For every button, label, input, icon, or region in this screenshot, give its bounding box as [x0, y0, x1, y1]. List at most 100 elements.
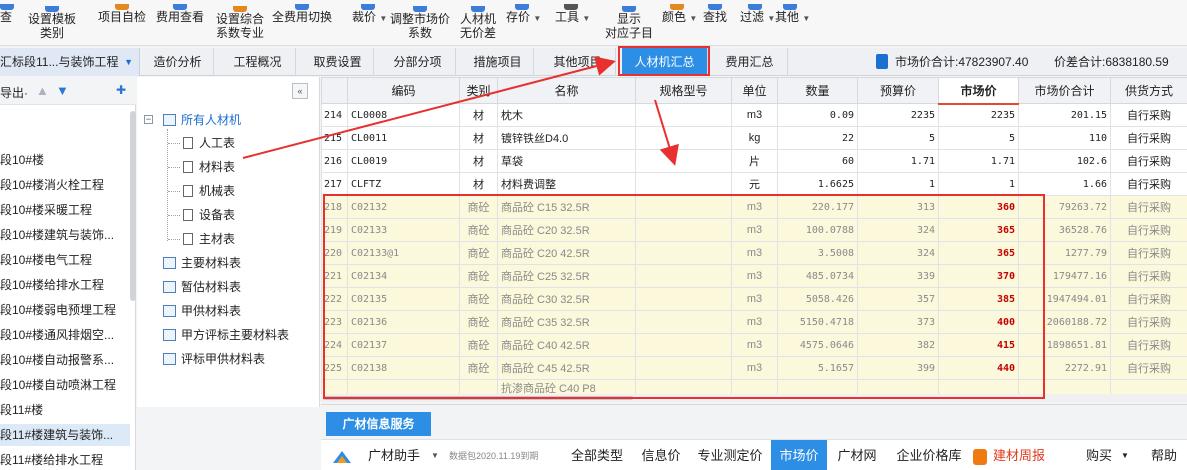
tree-collapse-icon[interactable]: − — [144, 115, 153, 124]
toolbar-button-0[interactable]: 查 — [0, 0, 14, 46]
export-menu[interactable]: 导出· — [0, 84, 28, 101]
toolbar-button-13[interactable]: 查找 — [700, 0, 730, 46]
category-label: 评标甲供材料表 — [181, 352, 266, 366]
tree-connector — [167, 129, 168, 241]
diff-total: 价差合计:6838180.59 — [1054, 55, 1169, 69]
source-link-0[interactable]: 全部类型 — [567, 440, 627, 470]
column-header[interactable]: 市场价合计 — [1018, 77, 1111, 104]
cell-name: 镀锌铁丝D4.0 — [497, 126, 636, 150]
chevron-down-icon[interactable]: ▼ — [431, 440, 439, 470]
tree-scrollbar[interactable] — [130, 111, 136, 301]
tree-item[interactable]: 段10#楼 — [0, 149, 130, 171]
toolbar-button-15[interactable]: 其他 ▼ — [775, 0, 810, 46]
column-header[interactable]: 单位 — [731, 77, 778, 104]
column-header[interactable]: 名称 — [497, 77, 636, 104]
column-header[interactable]: 类别 — [459, 77, 498, 104]
tree-item[interactable]: 段10#楼通风排烟空... — [0, 324, 130, 346]
tab-4[interactable]: 措施项目 — [462, 48, 534, 76]
category-item[interactable]: 设备表 — [183, 205, 235, 225]
toolbar-button-11[interactable]: 显示 对应子目 — [603, 0, 655, 46]
toolbar-button-8[interactable]: 人材机 无价差 — [458, 0, 498, 46]
toolbar-button-10[interactable]: 工具 ▼ — [555, 0, 590, 46]
tree-item[interactable]: 段10#楼建筑与装饰... — [0, 224, 130, 246]
move-down-icon[interactable]: ▼ — [56, 83, 69, 98]
category-item[interactable]: 评标甲供材料表 — [163, 349, 265, 369]
toolbar-button-6[interactable]: 裁价 ▼ — [352, 0, 387, 46]
toolbar-button-label: 项目自检 — [97, 10, 146, 24]
pin-icon[interactable]: ✚ — [116, 83, 126, 97]
tree-item[interactable]: 段10#楼消火栓工程 — [0, 174, 130, 196]
tab-0[interactable]: 造价分析 — [142, 48, 214, 76]
assistant-menu[interactable]: 广材助手 — [368, 440, 420, 470]
source-link-2[interactable]: 专业测定价 — [693, 440, 767, 470]
toolbar-button-label: 系数 — [407, 26, 432, 40]
weekly-report-link[interactable]: 建材周报 — [993, 440, 1045, 470]
table-row[interactable]: 217 CLFTZ 材材料费调整元 1.6625 1 1 1.66 自行采购 — [321, 172, 1187, 196]
source-link-4[interactable]: 广材网 — [833, 440, 881, 470]
toolbar-button-14[interactable]: 过滤 ▼ — [740, 0, 775, 46]
toolbar-button-9[interactable]: 存价 ▼ — [506, 0, 541, 46]
buy-button[interactable]: 购买 — [1086, 440, 1112, 470]
column-header[interactable]: 规格型号 — [635, 77, 732, 104]
toolbar-button-1[interactable]: 设置模板 类别 — [24, 0, 80, 46]
table-row[interactable]: 215 CL0011 材镀锌铁丝D4.0 kg 22 5 5 110 自行采购 — [321, 126, 1187, 150]
category-item[interactable]: 材料表 — [183, 157, 235, 177]
category-item[interactable]: 甲方评标主要材料表 — [163, 325, 289, 345]
table-row[interactable]: 214 CL0008 材枕木 m3 0.09 2235 2235 201.15 自行采购 — [321, 103, 1187, 127]
column-header[interactable]: 市场价 — [938, 77, 1019, 105]
tab-7[interactable]: 费用汇总 — [712, 48, 788, 76]
cell-supply: 自行采购 — [1110, 218, 1187, 242]
cell-spec — [635, 172, 732, 196]
toolbar-button-5[interactable]: 全费用切换 — [270, 0, 334, 46]
tree-connector — [168, 215, 180, 216]
toolbar-button-label: 类别 — [39, 26, 64, 40]
category-label: 机械表 — [199, 184, 236, 198]
list-icon — [163, 114, 176, 126]
category-item[interactable]: 主要材料表 — [163, 253, 241, 273]
tree-item[interactable]: 段11#楼 — [0, 399, 130, 421]
toolbar-button-12[interactable]: 颜色 ▼ — [662, 0, 697, 46]
table-row[interactable]: 216 CL0019 材草袋片 60 1.71 1.71 102.6 自行采购 — [321, 149, 1187, 173]
toolbar-button-3[interactable]: 费用查看 — [154, 0, 206, 46]
category-item[interactable]: 暂估材料表 — [163, 277, 241, 297]
fire-icon — [973, 449, 987, 465]
tab-2[interactable]: 取费设置 — [302, 48, 374, 76]
category-item[interactable]: 甲供材料表 — [163, 301, 241, 321]
tree-item[interactable]: 段10#楼给排水工程 — [0, 274, 130, 296]
cell-spec — [635, 149, 732, 173]
tab-1[interactable]: 工程概况 — [220, 48, 296, 76]
tab-info-service[interactable]: 广材信息服务 — [326, 412, 431, 436]
column-header[interactable]: 预算价 — [857, 77, 939, 104]
move-up-icon[interactable]: ▲ — [36, 83, 49, 98]
tree-item[interactable]: 段11#楼给排水工程 — [0, 449, 130, 470]
column-header[interactable]: 数量 — [777, 77, 858, 104]
source-link-1[interactable]: 信息价 — [637, 440, 685, 470]
category-item[interactable]: 机械表 — [183, 181, 235, 201]
column-header[interactable]: 编码 — [347, 77, 460, 104]
column-header[interactable] — [321, 77, 348, 104]
tab-3[interactable]: 分部分项 — [380, 48, 456, 76]
source-link-3[interactable]: 市场价 — [771, 440, 827, 470]
toolbar-button-4[interactable]: 设置综合 系数专业 — [212, 0, 268, 46]
category-item[interactable]: 人工表 — [183, 133, 235, 153]
cell-budget: 1 — [857, 172, 939, 196]
tree-item[interactable]: 段10#楼电气工程 — [0, 249, 130, 271]
column-header[interactable]: 供货方式 — [1110, 77, 1187, 104]
tab-5[interactable]: 其他项目 — [540, 48, 616, 76]
category-label: 材料表 — [199, 160, 236, 174]
tree-item[interactable]: 段11#楼建筑与装饰... — [0, 424, 130, 446]
tree-item[interactable]: 段10#楼自动喷淋工程 — [0, 374, 130, 396]
help-link[interactable]: 帮助 — [1151, 440, 1177, 470]
tree-item[interactable]: 段10#楼弱电预埋工程 — [0, 299, 130, 321]
toolbar-button-2[interactable]: 项目自检 — [96, 0, 148, 46]
category-item[interactable]: 主材表 — [183, 229, 235, 249]
chevron-down-icon[interactable]: ▼ — [1121, 440, 1129, 470]
source-link-5[interactable]: 企业价格库 — [892, 440, 966, 470]
collapse-panel-icon[interactable]: « — [292, 83, 308, 99]
tree-item[interactable]: 段10#楼自动报警系... — [0, 349, 130, 371]
toolbar-button-7[interactable]: 调整市场价 系数 — [388, 0, 452, 46]
project-selector[interactable]: 汇标段11...与装饰工程 ▼ — [0, 48, 140, 76]
cell-n: 215 — [321, 126, 348, 150]
category-all-materials[interactable]: 所有人材机 — [163, 110, 241, 130]
tree-item[interactable]: 段10#楼采暖工程 — [0, 199, 130, 221]
